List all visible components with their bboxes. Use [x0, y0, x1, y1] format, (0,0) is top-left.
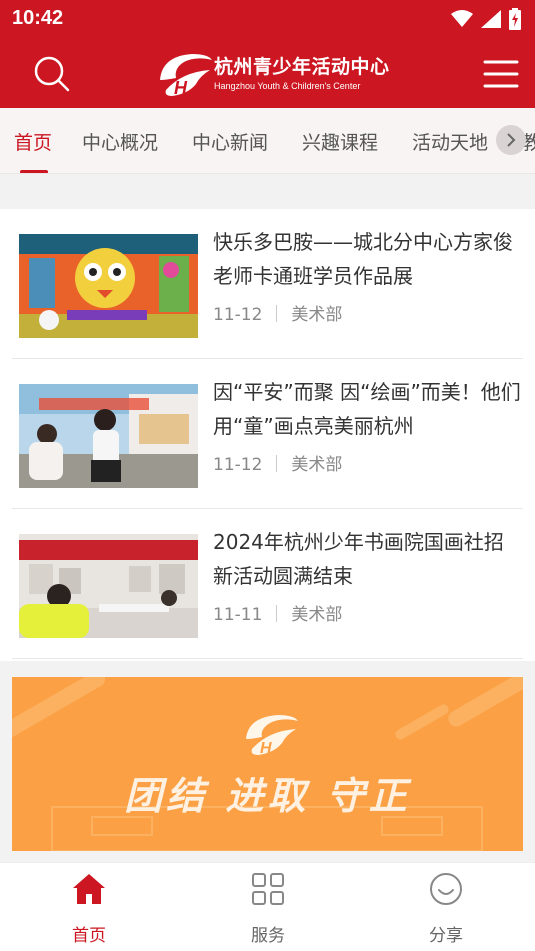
tab-center-overview[interactable]: 中心概况 — [82, 128, 158, 155]
news-department: 美术部 — [291, 455, 343, 475]
home-icon — [73, 874, 105, 904]
center-logo: H 杭州青少年活动中心 Hangzhou Youth & Children's … — [152, 48, 392, 100]
bottom-navigation: 首页 服务 分享 — [0, 862, 535, 951]
search-icon — [34, 56, 70, 92]
news-date: 11-12 — [213, 455, 263, 475]
news-title: 2024年杭州少年书画院国画社招新活动圆满结束 — [213, 530, 504, 588]
news-title: 因“平安”而聚 因“绘画”而美！他们用“童”画点亮美丽杭州 — [213, 380, 521, 438]
tab-activities[interactable]: 活动天地 — [412, 128, 488, 155]
logo-mark-icon: H — [160, 54, 212, 98]
banner-slogan: 团结 进取 守正 — [124, 774, 411, 818]
banner-decoration — [12, 677, 523, 851]
news-thumbnail — [19, 234, 198, 338]
active-tab-indicator — [20, 170, 48, 173]
promo-banner[interactable]: H 团结 进取 守正 — [12, 677, 523, 851]
news-title: 快乐多巴胺——城北分中心方家俊老师卡通班学员作品展 — [213, 230, 513, 288]
svg-text:H: H — [174, 78, 188, 98]
news-department: 美术部 — [291, 305, 343, 325]
news-department: 美术部 — [291, 605, 343, 625]
search-button[interactable] — [30, 52, 74, 96]
battery-icon — [509, 8, 521, 30]
list-item[interactable]: 2024年杭州少年书画院国画社招新活动圆满结束 11-11 美术部 — [12, 509, 523, 659]
meta-divider — [276, 455, 278, 472]
news-date: 11-12 — [213, 305, 263, 325]
status-bar: 10:42 — [0, 0, 535, 38]
app-header: H 杭州青少年活动中心 Hangzhou Youth & Children's … — [0, 38, 535, 108]
status-time: 10:42 — [12, 7, 64, 29]
banner-logo-icon: H — [246, 715, 298, 757]
news-list: 快乐多巴胺——城北分中心方家俊老师卡通班学员作品展 11-12 美术部 因“平安”… — [0, 209, 535, 661]
tab-center-news[interactable]: 中心新闻 — [192, 128, 268, 155]
signal-icon — [481, 10, 501, 28]
list-item[interactable]: 因“平安”而聚 因“绘画”而美！他们用“童”画点亮美丽杭州 11-12 美术部 — [12, 359, 523, 509]
list-item[interactable]: 快乐多巴胺——城北分中心方家俊老师卡通班学员作品展 11-12 美术部 — [12, 209, 523, 359]
tab-interest-courses[interactable]: 兴趣课程 — [302, 128, 378, 155]
nav-home[interactable]: 首页 — [29, 863, 149, 951]
meta-divider — [276, 305, 278, 322]
logo-english-name: Hangzhou Youth & Children's Center — [214, 81, 361, 91]
menu-button[interactable] — [479, 52, 523, 96]
divider — [12, 658, 523, 659]
news-thumbnail — [19, 384, 198, 488]
news-meta: 11-11 美术部 — [213, 600, 342, 625]
nav-share-label: 分享 — [429, 926, 463, 946]
news-meta: 11-12 美术部 — [213, 300, 342, 325]
category-tabs: 首页 中心概况 中心新闻 兴趣课程 活动天地 教 — [0, 108, 535, 174]
status-icons — [451, 8, 521, 30]
news-date: 11-11 — [213, 605, 263, 625]
nav-services[interactable]: 服务 — [208, 863, 328, 951]
nav-services-label: 服务 — [251, 926, 285, 946]
chevron-right-icon — [507, 133, 516, 147]
grid-icon — [252, 873, 284, 905]
nav-home-label: 首页 — [72, 926, 106, 946]
svg-text:H: H — [260, 740, 272, 757]
tabs-scroll-right-button[interactable] — [496, 125, 526, 155]
meta-divider — [276, 605, 278, 622]
smile-icon — [430, 873, 462, 905]
hamburger-menu-icon — [483, 60, 519, 88]
nav-share[interactable]: 分享 — [386, 863, 506, 951]
logo-chinese-name: 杭州青少年活动中心 — [214, 56, 390, 78]
tab-home[interactable]: 首页 — [14, 128, 52, 155]
news-meta: 11-12 美术部 — [213, 450, 342, 475]
news-thumbnail — [19, 534, 198, 638]
wifi-icon — [451, 10, 473, 27]
